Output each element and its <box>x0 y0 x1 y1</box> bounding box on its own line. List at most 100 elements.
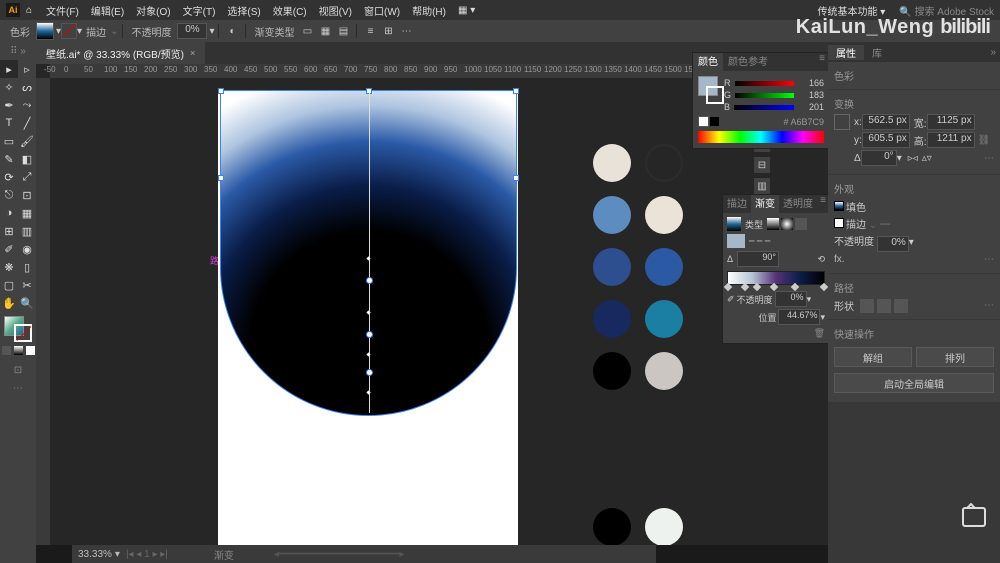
menu-object[interactable]: 对象(O) <box>130 3 176 18</box>
gradient-stop[interactable] <box>366 277 373 284</box>
palette-swatch[interactable] <box>593 144 631 182</box>
y-field[interactable]: 605.5 px <box>862 132 910 148</box>
gradient-preview-swatch[interactable] <box>727 217 741 231</box>
color-r-value[interactable]: 166 <box>798 78 824 88</box>
gradient-annotator-line[interactable] <box>369 93 370 413</box>
gradient-ramp-stop[interactable] <box>741 283 749 291</box>
color-mode-icon[interactable] <box>2 346 11 355</box>
gradient-type-freeform-icon[interactable] <box>795 218 807 230</box>
magic-wand-tool[interactable]: ✧ <box>0 78 18 96</box>
home-icon[interactable]: ⌂ <box>26 5 32 16</box>
document-tab[interactable]: 壁纸.ai* @ 33.33% (RGB/预览)× <box>36 42 205 64</box>
w-field[interactable]: 1125 px <box>927 114 975 130</box>
vartype-option-2[interactable]: ▦ <box>318 24 332 38</box>
symbol-sprayer-tool[interactable]: ❋ <box>0 258 18 276</box>
gradient-tool[interactable]: ▥ <box>18 222 36 240</box>
panel-menu-icon[interactable]: » <box>986 47 1000 58</box>
transparency-tab[interactable]: 透明度 <box>779 195 817 213</box>
fill-swatch[interactable] <box>36 22 54 40</box>
color-g-value[interactable]: 183 <box>798 90 824 100</box>
gradient-stroke-swatch[interactable] <box>727 234 745 248</box>
gradient-tab[interactable]: 渐变 <box>751 195 779 213</box>
eraser-tool[interactable]: ◧ <box>18 150 36 168</box>
menu-effect[interactable]: 效果(C) <box>267 3 313 18</box>
stroke-swatch-none[interactable] <box>61 23 77 39</box>
pathfinder-icon[interactable] <box>894 299 908 313</box>
h-field[interactable]: 1211 px <box>927 132 975 148</box>
spectrum-bar[interactable] <box>698 131 824 143</box>
bbox-handle[interactable] <box>513 175 519 181</box>
edit-toolbar-icon[interactable]: ⋯ <box>0 379 36 397</box>
vartype-option-1[interactable]: ▭ <box>300 24 314 38</box>
tool-panel-grab[interactable]: ⠿ » <box>0 42 36 60</box>
gradient-location-field[interactable]: 44.67% <box>778 309 820 325</box>
palette-swatch[interactable] <box>645 144 683 182</box>
none-swatch-icon[interactable] <box>698 116 709 127</box>
opacity-field[interactable]: 0% <box>177 23 207 39</box>
menu-type[interactable]: 文字(T) <box>177 3 222 18</box>
palette-swatch[interactable] <box>593 196 631 234</box>
align-icon[interactable]: ≡ <box>363 24 377 38</box>
slice-tool[interactable]: ✂ <box>18 276 36 294</box>
link-wh-icon[interactable]: ⛓ <box>978 135 991 146</box>
perspective-tool[interactable]: ▦ <box>18 204 36 222</box>
vartype-option-3[interactable]: ▤ <box>336 24 350 38</box>
flip-h-icon[interactable]: ▹◃ <box>908 153 918 164</box>
rotate-tool[interactable]: ⟳ <box>0 168 18 186</box>
fx-row[interactable]: fx. <box>834 254 845 265</box>
recolor-icon[interactable]: ◐ <box>225 24 239 38</box>
palette-swatch[interactable] <box>593 352 631 390</box>
lasso-tool[interactable]: ᔕ <box>18 78 36 96</box>
eyedropper-tool[interactable]: ✐ <box>0 240 18 258</box>
dock-stroke-icon[interactable]: ⊟ <box>754 157 770 173</box>
gradient-angle-field[interactable]: 90° <box>737 251 779 267</box>
rectangle-tool[interactable]: ▭ <box>0 132 18 150</box>
palette-swatch[interactable] <box>593 300 631 338</box>
menu-edit[interactable]: 编辑(E) <box>85 3 130 18</box>
color-b-value[interactable]: 201 <box>798 102 824 112</box>
more-options-icon[interactable]: ⋯ <box>984 153 994 164</box>
pathfinder-icon[interactable] <box>877 299 891 313</box>
palette-swatch[interactable] <box>645 248 683 286</box>
bbox-handle[interactable] <box>218 88 224 94</box>
gradient-ramp-stop[interactable] <box>820 283 828 291</box>
free-transform-tool[interactable]: ⊡ <box>18 186 36 204</box>
zoom-readout[interactable]: 33.33% <box>78 549 112 560</box>
color-panel-stroke-swatch[interactable] <box>706 86 724 104</box>
line-tool[interactable]: ╱ <box>18 114 36 132</box>
bbox-handle[interactable] <box>218 175 224 181</box>
gradient-type-radial-icon[interactable] <box>781 218 793 230</box>
panel-menu-icon[interactable]: ≡ <box>815 53 829 71</box>
palette-swatch[interactable] <box>645 300 683 338</box>
shaper-tool[interactable]: ✎ <box>0 150 18 168</box>
blend-tool[interactable]: ◉ <box>18 240 36 258</box>
direct-selection-tool[interactable]: ▹ <box>18 60 36 78</box>
close-tab-icon[interactable]: × <box>190 48 195 58</box>
pen-tool[interactable]: ✒ <box>0 96 18 114</box>
ref-point-widget[interactable] <box>834 114 850 130</box>
stroke-tab[interactable]: 描边 <box>723 195 751 213</box>
global-edit-button[interactable]: 启动全局编辑 <box>834 373 994 393</box>
menu-help[interactable]: 帮助(H) <box>406 3 452 18</box>
hex-readout[interactable]: A6B7C9 <box>790 117 824 127</box>
x-field[interactable]: 562.5 px <box>862 114 910 130</box>
zoom-tool[interactable]: 🔍 <box>18 294 36 312</box>
color-tab[interactable]: 颜色 <box>693 53 723 71</box>
more-options-icon[interactable]: ⋯ <box>984 300 994 311</box>
palette-swatch[interactable] <box>645 508 683 545</box>
gradient-ramp[interactable] <box>727 271 825 285</box>
palette-swatch[interactable] <box>645 352 683 390</box>
gradient-stop[interactable] <box>366 331 373 338</box>
scale-tool[interactable]: ⤢ <box>18 168 36 186</box>
arrange-button[interactable]: 排列 <box>916 347 994 367</box>
shape-builder-tool[interactable]: ◑ <box>0 204 18 222</box>
gradient-ramp-stop[interactable] <box>770 283 778 291</box>
properties-tab[interactable]: 属性 <box>828 45 864 60</box>
delete-stop-icon[interactable]: 🗑 <box>814 328 825 338</box>
selection-tool[interactable]: ▸ <box>0 60 18 78</box>
hand-tool[interactable]: ✋ <box>0 294 18 312</box>
width-tool[interactable]: ⎋ <box>0 186 18 204</box>
angle-field[interactable]: 0° <box>861 150 897 166</box>
gradient-type-linear-icon[interactable] <box>767 218 779 230</box>
more-options-icon[interactable]: ⋯ <box>984 254 994 265</box>
